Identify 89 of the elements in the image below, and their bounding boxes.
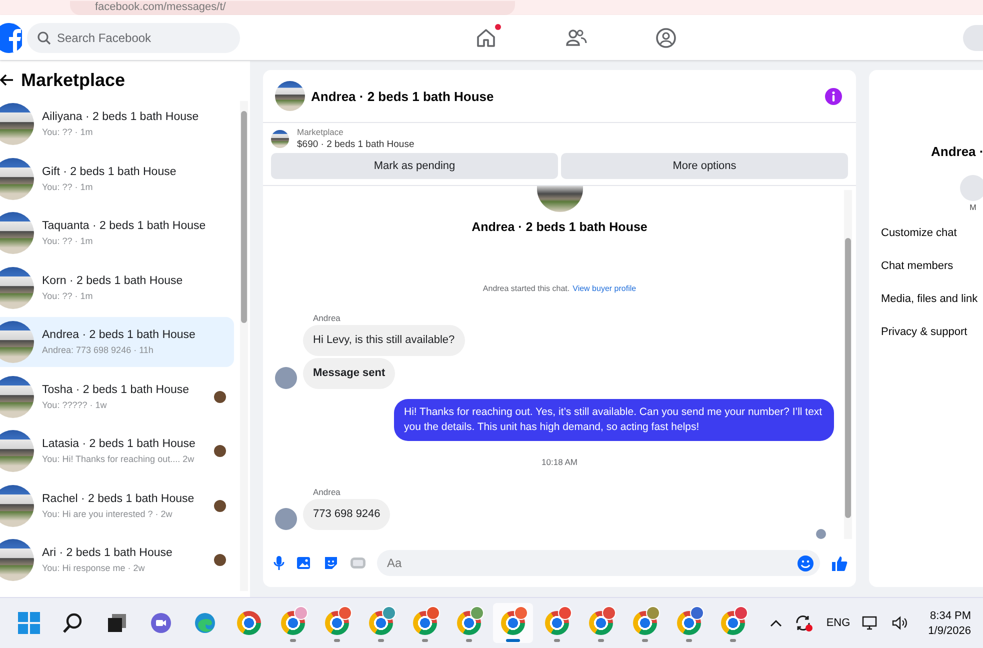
chat-preview: You: Hi! Thanks for reaching out.... 2w: [42, 454, 196, 464]
incoming-message: Hi Levy, is this still available?: [303, 325, 465, 356]
search-field[interactable]: Search Facebook: [27, 22, 240, 52]
chat-title: Gift · 2 beds 1 bath House: [42, 166, 178, 178]
buyer-profile-link[interactable]: View buyer profile: [572, 284, 636, 293]
chat-title: Tosha · 2 beds 1 bath House: [42, 384, 190, 396]
task-view-icon: [106, 612, 128, 634]
chat-title: Andrea · 2 beds 1 bath House: [311, 88, 495, 104]
friends-icon[interactable]: [565, 26, 587, 48]
chat-preview: You: Hi response me · 2w: [42, 563, 146, 573]
details-menu-item[interactable]: Media, files and link: [881, 292, 983, 307]
chat-item[interactable]: Taquanta · 2 beds 1 bath House You: ?? · 1m: [0, 208, 234, 258]
incoming-message: Message sent: [303, 358, 396, 389]
home-icon[interactable]: [475, 26, 497, 48]
back-arrow-icon[interactable]: [0, 73, 14, 87]
incoming-message: 773 698 9246: [303, 499, 390, 530]
listing-label: Marketplace: [297, 127, 344, 137]
chat-item[interactable]: Rachel · 2 beds 1 bath House You: Hi are you interested ? · 2w: [0, 480, 234, 530]
listing-photo: [0, 376, 34, 418]
groups-icon[interactable]: [655, 26, 677, 48]
chat-title: Taquanta · 2 beds 1 bath House: [42, 220, 207, 232]
message-time: 10:18 AM: [542, 457, 578, 467]
listing-photo: [0, 484, 34, 526]
microphone-icon[interactable]: [273, 555, 285, 571]
chat-preview: You: Hi are you interested ? · 2w: [42, 508, 174, 518]
chat-item[interactable]: Tosha · 2 beds 1 bath House You: ????? · 1w: [0, 372, 234, 422]
chat-start-note: Andrea started this chat.: [482, 284, 570, 293]
chat-title: Ailiyana · 2 beds 1 bath House: [42, 111, 200, 123]
like-icon[interactable]: [831, 554, 848, 572]
message-field[interactable]: Aa: [377, 550, 820, 576]
listing-summary: $690 · 2 beds 1 bath House: [297, 139, 414, 150]
conversation-name: Andrea ·: [931, 144, 983, 159]
listing-photo: [536, 186, 582, 212]
sender-name: Andrea: [313, 313, 342, 323]
chat-preview: You: ?? · 1m: [42, 127, 94, 137]
chat-preview: You: ?? · 1m: [42, 290, 94, 300]
listing-photo: [0, 158, 34, 200]
chat-preview: Andrea: 773 698 9246 · 11h: [42, 345, 154, 355]
emoji-icon[interactable]: [797, 554, 814, 572]
browser-icon: [194, 612, 216, 634]
action-label: M: [970, 203, 976, 212]
clock-date: 1/9/2026: [928, 624, 971, 636]
outgoing-message: Hi! Thanks for reaching out. Yes, it’s still available. Can you send me your number? I’ll text you the details. This unit has high demand, so acting fast helps!: [394, 399, 834, 441]
scrollbar[interactable]: [844, 190, 852, 539]
chat-item[interactable]: Ari · 2 beds 1 bath House You: Hi response me · 2w: [0, 535, 234, 585]
details-menu-item[interactable]: Customize chat: [881, 226, 983, 241]
info-icon[interactable]: [825, 88, 842, 104]
logo-icon[interactable]: [0, 22, 22, 52]
chat-item[interactable]: Gift · 2 beds 1 bath House You: ?? · 1m: [0, 154, 234, 204]
listing-photo: [0, 266, 34, 308]
chat-title: Ari · 2 beds 1 bath House: [42, 547, 174, 559]
details-menu-item[interactable]: Privacy & support: [881, 325, 983, 340]
listing-photo: [0, 430, 34, 472]
sync-icon[interactable]: [794, 614, 814, 632]
listing-photo: [275, 81, 305, 111]
listing-action-button[interactable]: Mark as pending: [271, 153, 558, 179]
chat-title: Rachel · 2 beds 1 bath House: [42, 492, 196, 504]
chat-item[interactable]: Andrea · 2 beds 1 bath House Andrea: 773 698 9246 · 11h: [0, 317, 234, 367]
listing-photo: [0, 212, 34, 254]
chat-preview: You: ????? · 1w: [42, 400, 108, 410]
panel-title: Marketplace: [21, 70, 126, 90]
listing-photo: [271, 130, 289, 148]
listing-photo: [0, 539, 34, 581]
browser-icon: [237, 611, 261, 635]
caret-icon[interactable]: [770, 619, 782, 627]
scrollbar[interactable]: [240, 101, 248, 591]
chat-title: Andrea · 2 beds 1 bath House: [42, 329, 196, 341]
video-chat-icon: [150, 612, 172, 634]
chat-item[interactable]: Latasia · 2 beds 1 bath House You: Hi! Thanks for reaching out.... 2w: [0, 426, 234, 476]
volume-icon[interactable]: [892, 616, 908, 630]
chat-title: Latasia · 2 beds 1 bath House: [42, 438, 196, 450]
sticker-icon[interactable]: [323, 555, 339, 571]
language-indicator[interactable]: ENG: [826, 617, 850, 629]
clock-time: 8:34 PM: [930, 610, 971, 622]
search-icon: [62, 612, 84, 634]
listing-photo: [0, 103, 34, 145]
listing-photo: [0, 321, 34, 363]
chat-item[interactable]: Korn · 2 beds 1 bath House You: ?? · 1m: [0, 262, 234, 312]
chat-preview: You: ?? · 1m: [42, 182, 94, 192]
photo-icon[interactable]: [296, 555, 312, 571]
chat-preview: You: ?? · 1m: [42, 236, 94, 246]
sender-name: Andrea: [313, 487, 342, 497]
details-menu-item[interactable]: Chat members: [881, 259, 983, 274]
address-bar[interactable]: facebook.com/messages/t/: [70, 1, 515, 15]
listing-action-button[interactable]: More options: [561, 153, 848, 179]
chat-item[interactable]: Ailiyana · 2 beds 1 bath House You: ?? · 1m: [0, 99, 234, 149]
chat-title: Korn · 2 beds 1 bath House: [42, 274, 184, 286]
windows-start-icon: [18, 612, 40, 634]
chat-intro-title: Andrea · 2 beds 1 bath House: [472, 220, 648, 234]
